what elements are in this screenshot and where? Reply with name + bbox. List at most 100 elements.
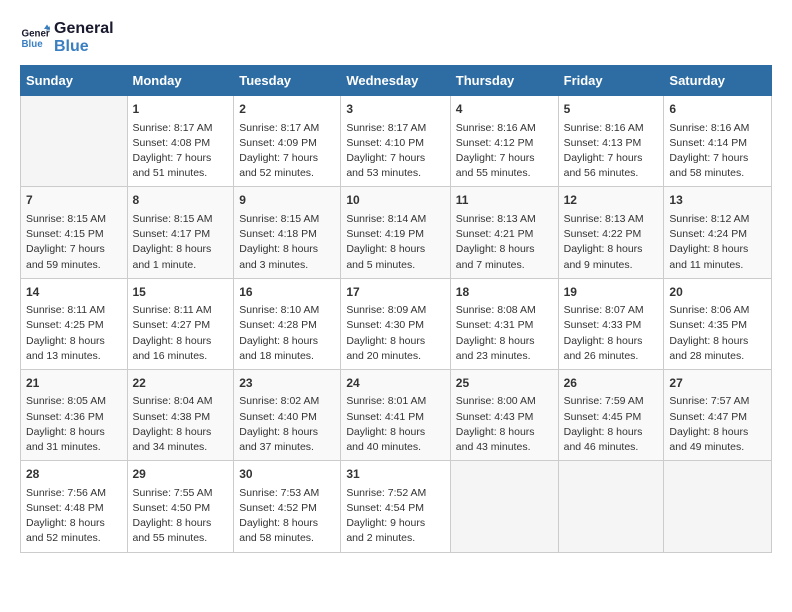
- sunrise-text: Sunrise: 8:00 AM: [456, 395, 536, 407]
- day-number: 7: [26, 192, 122, 209]
- sunrise-text: Sunrise: 7:53 AM: [239, 487, 319, 499]
- sunrise-text: Sunrise: 8:16 AM: [669, 122, 749, 134]
- header-cell-thursday: Thursday: [450, 66, 558, 96]
- day-cell: 24Sunrise: 8:01 AMSunset: 4:41 PMDayligh…: [341, 369, 450, 460]
- sunrise-text: Sunrise: 8:08 AM: [456, 304, 536, 316]
- sunset-text: Sunset: 4:33 PM: [564, 319, 642, 331]
- daylight-text: Daylight: 8 hours and 52 minutes.: [26, 517, 105, 544]
- daylight-text: Daylight: 8 hours and 16 minutes.: [133, 335, 212, 362]
- daylight-text: Daylight: 8 hours and 11 minutes.: [669, 243, 748, 270]
- sunset-text: Sunset: 4:41 PM: [346, 411, 424, 423]
- sunrise-text: Sunrise: 7:56 AM: [26, 487, 106, 499]
- sunset-text: Sunset: 4:35 PM: [669, 319, 747, 331]
- daylight-text: Daylight: 8 hours and 18 minutes.: [239, 335, 318, 362]
- day-cell: 14Sunrise: 8:11 AMSunset: 4:25 PMDayligh…: [21, 278, 128, 369]
- daylight-text: Daylight: 8 hours and 9 minutes.: [564, 243, 643, 270]
- day-cell: 2 Sunrise: 8:17 AM Sunset: 4:09 PM Daylight…: [234, 96, 341, 187]
- header-row: SundayMondayTuesdayWednesdayThursdayFrid…: [21, 66, 772, 96]
- day-cell: 23 Sunrise: 8:02 AM Sunset: 4:40 PM Dayligh…: [234, 369, 341, 460]
- day-number: 14: [26, 284, 122, 301]
- day-cell: 21Sunrise: 8:05 AMSunset: 4:36 PMDayligh…: [21, 369, 128, 460]
- daylight-text: Daylight: 8 hours and 37 minutes.: [239, 426, 318, 453]
- daylight-text: Daylight: 7 hours and 52 minutes.: [239, 152, 318, 179]
- daylight-text: Daylight: 8 hours and 40 minutes.: [346, 426, 425, 453]
- day-number: 15: [133, 284, 229, 301]
- day-number: 9: [239, 192, 335, 209]
- sunrise-text: Sunrise: 8:02 AM: [239, 395, 319, 407]
- day-cell: 25Sunrise: 8:00 AMSunset: 4:43 PMDayligh…: [450, 369, 558, 460]
- daylight-text: Daylight: 8 hours and 34 minutes.: [133, 426, 212, 453]
- day-cell: 20Sunrise: 8:06 AMSunset: 4:35 PMDayligh…: [664, 278, 772, 369]
- header-cell-monday: Monday: [127, 66, 234, 96]
- header-cell-sunday: Sunday: [21, 66, 128, 96]
- day-number: 10: [346, 192, 444, 209]
- calendar-body: 1Sunrise: 8:17 AMSunset: 4:08 PMDaylight…: [21, 96, 772, 552]
- sunrise-text: Sunrise: 8:06 AM: [669, 304, 749, 316]
- day-cell: 15 Sunrise: 8:11 AM Sunset: 4:27 PM Dayligh…: [127, 278, 234, 369]
- svg-text:General: General: [22, 28, 51, 39]
- sunrise-text: Sunrise: 8:17 AM: [239, 122, 319, 134]
- sunrise-text: Sunrise: 8:11 AM: [133, 304, 212, 316]
- logo: General Blue General Blue: [20, 20, 114, 55]
- svg-text:Blue: Blue: [22, 39, 44, 50]
- sunrise-text: Sunrise: 8:15 AM: [26, 213, 106, 225]
- sunset-text: Sunset: 4:13 PM: [564, 137, 642, 149]
- sunset-text: Sunset: 4:36 PM: [26, 411, 104, 423]
- daylight-text: Daylight: 8 hours and 1 minute.: [133, 243, 212, 270]
- daylight-text: Daylight: 7 hours and 51 minutes.: [133, 152, 212, 179]
- day-number: 27: [669, 375, 766, 392]
- day-number: 2: [239, 101, 335, 118]
- day-number: 17: [346, 284, 444, 301]
- sunrise-text: Sunrise: 8:17 AM: [133, 122, 213, 134]
- sunrise-text: Sunrise: 8:12 AM: [669, 213, 749, 225]
- day-cell: 28Sunrise: 7:56 AMSunset: 4:48 PMDayligh…: [21, 461, 128, 552]
- day-cell: 22Sunrise: 8:04 AMSunset: 4:38 PMDayligh…: [127, 369, 234, 460]
- sunset-text: Sunset: 4:31 PM: [456, 319, 534, 331]
- day-number: 11: [456, 192, 553, 209]
- day-cell: 30 Sunrise: 7:53 AM Sunset: 4:52 PM Dayligh…: [234, 461, 341, 552]
- sunrise-text: Sunrise: 8:10 AM: [239, 304, 319, 316]
- sunrise-text: Sunrise: 8:14 AM: [346, 213, 426, 225]
- day-number: 21: [26, 375, 122, 392]
- week-row-2: 14Sunrise: 8:11 AMSunset: 4:25 PMDayligh…: [21, 278, 772, 369]
- day-cell: 17 Sunrise: 8:09 AM Sunset: 4:30 PM Dayligh…: [341, 278, 450, 369]
- day-number: 30: [239, 466, 335, 483]
- daylight-text: Daylight: 8 hours and 7 minutes.: [456, 243, 535, 270]
- day-number: 8: [133, 192, 229, 209]
- day-cell: 11Sunrise: 8:13 AMSunset: 4:21 PMDayligh…: [450, 187, 558, 278]
- day-cell: 16Sunrise: 8:10 AMSunset: 4:28 PMDayligh…: [234, 278, 341, 369]
- sunset-text: Sunset: 4:09 PM: [239, 137, 317, 149]
- sunset-text: Sunset: 4:30 PM: [346, 319, 424, 331]
- day-number: 1: [133, 101, 229, 118]
- sunset-text: Sunset: 4:38 PM: [133, 411, 211, 423]
- sunrise-text: Sunrise: 8:15 AM: [239, 213, 319, 225]
- day-number: 23: [239, 375, 335, 392]
- sunset-text: Sunset: 4:24 PM: [669, 228, 747, 240]
- sunrise-text: Sunrise: 7:59 AM: [564, 395, 644, 407]
- daylight-text: Daylight: 8 hours and 20 minutes.: [346, 335, 425, 362]
- sunset-text: Sunset: 4:27 PM: [133, 319, 211, 331]
- sunset-text: Sunset: 4:19 PM: [346, 228, 424, 240]
- sunrise-text: Sunrise: 8:01 AM: [346, 395, 426, 407]
- sunrise-text: Sunrise: 7:55 AM: [133, 487, 213, 499]
- sunrise-text: Sunrise: 8:16 AM: [456, 122, 536, 134]
- day-cell: 9Sunrise: 8:15 AMSunset: 4:18 PMDaylight…: [234, 187, 341, 278]
- day-number: 16: [239, 284, 335, 301]
- daylight-text: Daylight: 8 hours and 49 minutes.: [669, 426, 748, 453]
- header-cell-saturday: Saturday: [664, 66, 772, 96]
- sunrise-text: Sunrise: 8:11 AM: [26, 304, 105, 316]
- day-number: 22: [133, 375, 229, 392]
- week-row-4: 28Sunrise: 7:56 AMSunset: 4:48 PMDayligh…: [21, 461, 772, 552]
- day-cell: 27Sunrise: 7:57 AMSunset: 4:47 PMDayligh…: [664, 369, 772, 460]
- calendar-header: SundayMondayTuesdayWednesdayThursdayFrid…: [21, 66, 772, 96]
- sunrise-text: Sunrise: 8:09 AM: [346, 304, 426, 316]
- sunset-text: Sunset: 4:52 PM: [239, 502, 317, 514]
- week-row-1: 7Sunrise: 8:15 AMSunset: 4:15 PMDaylight…: [21, 187, 772, 278]
- page-header: General Blue General Blue: [20, 20, 772, 55]
- day-number: 25: [456, 375, 553, 392]
- week-row-3: 21Sunrise: 8:05 AMSunset: 4:36 PMDayligh…: [21, 369, 772, 460]
- daylight-text: Daylight: 8 hours and 58 minutes.: [239, 517, 318, 544]
- sunset-text: Sunset: 4:40 PM: [239, 411, 317, 423]
- day-cell: 4Sunrise: 8:16 AMSunset: 4:12 PMDaylight…: [450, 96, 558, 187]
- sunset-text: Sunset: 4:17 PM: [133, 228, 211, 240]
